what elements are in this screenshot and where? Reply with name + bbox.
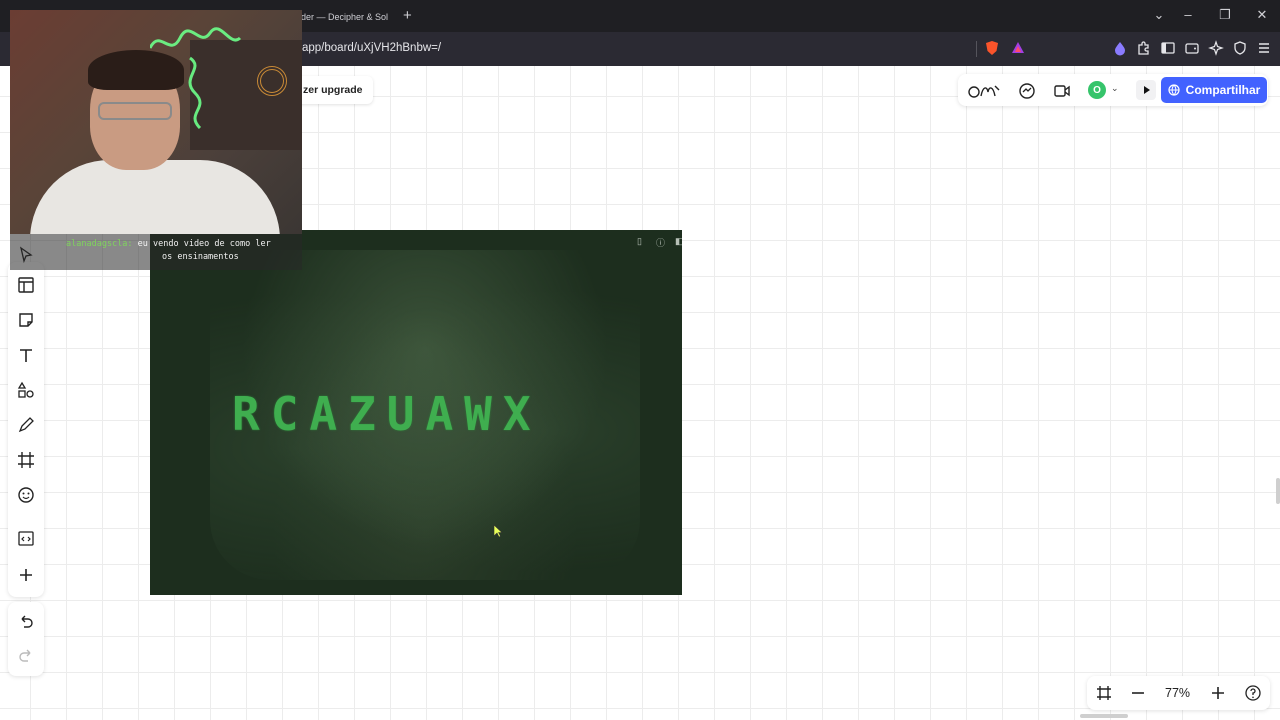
fit-to-screen-icon[interactable] bbox=[1096, 685, 1112, 701]
zoom-toolbar: 77% bbox=[1087, 676, 1270, 710]
leo-ai-icon[interactable] bbox=[1208, 40, 1224, 56]
emoji-icon[interactable] bbox=[17, 486, 35, 504]
minimize-icon[interactable]: – bbox=[1180, 7, 1196, 22]
user-avatar[interactable]: O bbox=[1088, 81, 1106, 99]
reactions-icon[interactable] bbox=[968, 82, 1002, 100]
embed-icon[interactable] bbox=[17, 529, 35, 547]
sidebar-icon[interactable] bbox=[1160, 40, 1176, 56]
chat-text-2: os ensinamentos bbox=[162, 252, 239, 262]
zoom-level[interactable]: 77% bbox=[1165, 686, 1190, 700]
left-toolbar bbox=[8, 246, 44, 597]
top-right-toolbar: O ⌄ Compartilhar bbox=[958, 74, 1268, 106]
brave-rewards-icon[interactable] bbox=[1010, 40, 1026, 56]
history-toolbar bbox=[8, 602, 44, 676]
frame-icon[interactable] bbox=[17, 451, 35, 469]
extensions-icon[interactable] bbox=[1136, 40, 1152, 56]
undo-icon[interactable] bbox=[17, 612, 35, 630]
new-tab-icon[interactable]: + bbox=[403, 7, 412, 24]
presentation-button[interactable] bbox=[1136, 80, 1156, 100]
browser-tab[interactable]: oder — Decipher & Sol bbox=[296, 4, 396, 30]
plus-icon[interactable] bbox=[17, 566, 35, 584]
comments-icon[interactable] bbox=[1018, 82, 1036, 100]
share-label: Compartilhar bbox=[1185, 83, 1261, 97]
globe-icon bbox=[1168, 84, 1180, 96]
image-code-text: RCAZUAWX bbox=[232, 387, 542, 441]
board-image[interactable]: RCAZUAWX ▯ ⓘ ◧ bbox=[150, 230, 682, 595]
upgrade-label: zer upgrade bbox=[303, 84, 363, 96]
tab-title: oder — Decipher & Sol bbox=[296, 12, 389, 22]
wallet-icon[interactable] bbox=[1184, 40, 1200, 56]
chat-text-1: eu vendo video de como ler bbox=[132, 239, 271, 249]
restore-icon[interactable]: ❐ bbox=[1217, 7, 1233, 23]
url-field[interactable]: app/board/uXjVH2hBnbw=/ bbox=[302, 42, 441, 54]
mouse-cursor-icon bbox=[493, 524, 503, 538]
zoom-out-icon[interactable] bbox=[1130, 685, 1146, 701]
sticky-note-icon[interactable] bbox=[17, 311, 35, 329]
vpn-drop-icon[interactable] bbox=[1112, 40, 1128, 56]
share-button[interactable]: Compartilhar bbox=[1161, 77, 1267, 103]
chat-message-line-2: os ensinamentos bbox=[162, 252, 239, 262]
text-icon[interactable] bbox=[17, 346, 35, 364]
vpn-shield-icon[interactable] bbox=[1232, 40, 1248, 56]
redo-icon[interactable] bbox=[17, 646, 35, 664]
pen-icon[interactable] bbox=[17, 416, 35, 434]
brave-shield-icon[interactable] bbox=[984, 40, 1000, 56]
info-icon[interactable]: ⓘ bbox=[656, 236, 666, 248]
video-call-icon[interactable] bbox=[1053, 82, 1071, 100]
chat-message-line-1: alanadagscla: eu vendo video de como ler bbox=[66, 239, 271, 249]
webcam-person-hair bbox=[88, 50, 184, 90]
chevron-down-icon[interactable]: ⌄ bbox=[1111, 83, 1119, 94]
zoom-in-icon[interactable] bbox=[1210, 685, 1226, 701]
menu-icon[interactable] bbox=[1256, 40, 1272, 56]
chat-username: alanadagscla: bbox=[66, 239, 133, 249]
templates-icon[interactable] bbox=[17, 276, 35, 294]
play-icon bbox=[1144, 86, 1150, 94]
upgrade-button[interactable]: zer upgrade bbox=[295, 76, 373, 104]
horizontal-scrollbar[interactable] bbox=[1080, 714, 1128, 718]
vertical-scrollbar[interactable] bbox=[1276, 478, 1280, 504]
url-separator bbox=[976, 41, 977, 57]
help-icon[interactable] bbox=[1245, 685, 1261, 701]
shapes-icon[interactable] bbox=[17, 381, 35, 399]
more-icon[interactable]: ◧ bbox=[675, 236, 682, 246]
close-window-icon[interactable]: ✕ bbox=[1254, 7, 1270, 23]
webcam-person-glasses bbox=[98, 102, 172, 120]
tab-list-icon[interactable]: ⌄ bbox=[1151, 7, 1167, 23]
stream-chat-overlay: alanadagscla: eu vendo video de como ler… bbox=[10, 234, 302, 270]
copy-icon[interactable]: ▯ bbox=[637, 236, 647, 246]
webcam-overlay bbox=[10, 10, 302, 234]
